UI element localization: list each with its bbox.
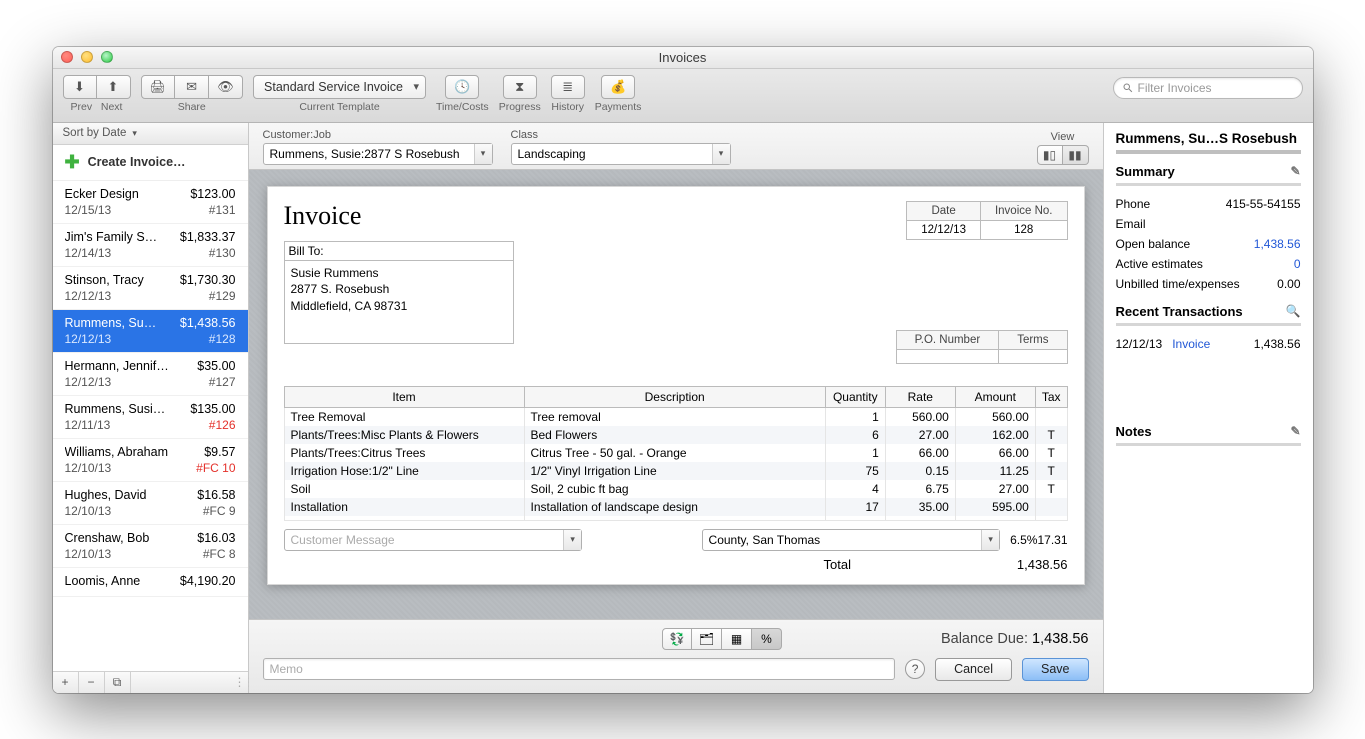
- search-icon: [1122, 82, 1134, 94]
- customer-message-select[interactable]: Customer Message ▾: [284, 529, 583, 551]
- line-item-row[interactable]: InstallationInstallation of landscape de…: [284, 498, 1067, 516]
- open-balance-link[interactable]: 1,438.56: [1254, 237, 1301, 251]
- invoice-list-item[interactable]: Hughes, David$16.5812/10/13#FC 9: [53, 482, 248, 525]
- total-value: 1,438.56: [1017, 557, 1068, 572]
- print-button[interactable]: 🖨: [141, 75, 176, 99]
- view-compact-button[interactable]: ▮▯: [1037, 145, 1063, 165]
- po-number-field[interactable]: [896, 349, 999, 363]
- edit-icon[interactable]: ✎: [1290, 164, 1300, 178]
- memo-input[interactable]: Memo: [263, 658, 896, 680]
- action-1-button[interactable]: 💱: [662, 628, 692, 650]
- edit-icon[interactable]: ✎: [1290, 424, 1300, 438]
- customer-label: Customer:Job: [263, 129, 493, 141]
- view-label: View: [1051, 131, 1075, 143]
- chevron-down-icon: ▾: [474, 144, 492, 164]
- share-label: Share: [178, 101, 206, 113]
- class-select[interactable]: Landscaping▾: [511, 143, 731, 165]
- help-button[interactable]: ?: [905, 659, 925, 679]
- chevron-down-icon: ▾: [981, 530, 999, 550]
- calendar-button[interactable]: ▦: [722, 628, 752, 650]
- line-item-row[interactable]: Tree RemovalTree removal1560.00560.00: [284, 407, 1067, 426]
- tax-code-select[interactable]: County, San Thomas ▾: [702, 529, 1001, 551]
- invoice-list-item[interactable]: Stinson, Tracy$1,730.3012/12/13#129: [53, 267, 248, 310]
- transaction-link[interactable]: Invoice: [1172, 337, 1210, 351]
- chevron-down-icon: ▾: [712, 144, 730, 164]
- invoice-list-item[interactable]: Loomis, Anne$4,190.20: [53, 568, 248, 597]
- search-input[interactable]: Filter Invoices: [1113, 77, 1303, 99]
- invoice-number-field[interactable]: 128: [980, 220, 1067, 239]
- total-label: Total: [824, 557, 851, 572]
- toolbar: ⬇ ⬆ Prev Next 🖨 ✉ 👁 Share Standard Servi…: [53, 69, 1313, 123]
- tax-amount: 17.31: [1037, 533, 1067, 547]
- terms-field[interactable]: [999, 349, 1067, 363]
- app-window: Invoices ⬇ ⬆ Prev Next 🖨 ✉ 👁 Share Stand…: [53, 47, 1313, 693]
- transaction-row[interactable]: 12/12/13 Invoice 1,438.56: [1116, 334, 1301, 354]
- list-footer: + − ⧉ ⋮⋮: [53, 671, 248, 693]
- history-button[interactable]: ≣: [551, 75, 585, 99]
- search-icon[interactable]: 🔍: [1286, 304, 1301, 318]
- class-label: Class: [511, 129, 731, 141]
- remove-button[interactable]: −: [79, 672, 105, 693]
- sort-button[interactable]: Sort by Date▾: [53, 123, 248, 145]
- invoice-list-item[interactable]: Rummens, Su…$1,438.5612/12/13#128: [53, 310, 248, 353]
- tax-rate: 6.5%: [1010, 533, 1037, 547]
- invoice-list-item[interactable]: Hermann, Jennif…$35.0012/12/13#127: [53, 353, 248, 396]
- progress-button[interactable]: ⧗: [503, 75, 537, 99]
- line-item-row[interactable]: [284, 516, 1067, 521]
- create-invoice-button[interactable]: ✚ Create Invoice…: [53, 145, 248, 181]
- invoice-list-panel: Sort by Date▾ ✚ Create Invoice… Ecker De…: [53, 123, 249, 693]
- titlebar: Invoices: [53, 47, 1313, 69]
- email-button[interactable]: ✉: [175, 75, 209, 99]
- view-expanded-button[interactable]: ▮▮: [1063, 145, 1089, 165]
- date-invoiceno-box: DateInvoice No. 12/12/13 128: [906, 201, 1067, 240]
- balance-due: Balance Due: 1,438.56: [941, 631, 1089, 647]
- line-item-row[interactable]: Plants/Trees:Misc Plants & FlowersBed Fl…: [284, 426, 1067, 444]
- preview-button[interactable]: 👁: [209, 75, 243, 99]
- plus-icon: ✚: [65, 152, 80, 173]
- percent-button[interactable]: %: [752, 628, 782, 650]
- invoice-date-field[interactable]: 12/12/13: [907, 220, 981, 239]
- template-select[interactable]: Standard Service Invoice: [253, 75, 426, 99]
- payments-button[interactable]: 💰: [601, 75, 635, 99]
- line-item-row[interactable]: Irrigation Hose:1/2" Line1/2" Vinyl Irri…: [284, 462, 1067, 480]
- cancel-button[interactable]: Cancel: [935, 658, 1012, 681]
- invoice-list-item[interactable]: Jim's Family S…$1,833.3712/14/13#130: [53, 224, 248, 267]
- line-item-row[interactable]: Plants/Trees:Citrus TreesCitrus Tree - 5…: [284, 444, 1067, 462]
- window-title: Invoices: [53, 50, 1313, 65]
- resize-grip-icon[interactable]: ⋮⋮: [234, 675, 248, 689]
- invoice-list-item[interactable]: Williams, Abraham$9.5712/10/13#FC 10: [53, 439, 248, 482]
- active-estimates-link[interactable]: 0: [1294, 257, 1301, 271]
- timecosts-button[interactable]: 🕓: [445, 75, 479, 99]
- invoice-list-item[interactable]: Ecker Design$123.0012/15/13#131: [53, 181, 248, 224]
- editor-footer: 💱 🗂 ▦ % Balance Due: 1,438.56 Memo ? Can…: [249, 619, 1103, 693]
- invoice-paper: Invoice DateInvoice No. 12/12/13 128 Bil…: [267, 186, 1085, 585]
- invoice-list-item[interactable]: Crenshaw, Bob$16.0312/10/13#FC 8: [53, 525, 248, 568]
- bill-to-box[interactable]: Bill To: Susie Rummens 2877 S. Rosebush …: [284, 241, 514, 344]
- next-button[interactable]: ⬆: [97, 75, 131, 99]
- invoice-list-item[interactable]: Rummens, Susi…$135.0012/11/13#126: [53, 396, 248, 439]
- chevron-down-icon: ▾: [563, 530, 581, 550]
- line-items-table: Item Description Quantity Rate Amount Ta…: [284, 386, 1068, 521]
- add-button[interactable]: +: [53, 672, 79, 693]
- po-terms-box: P.O. NumberTerms: [896, 330, 1068, 364]
- invoice-editor: Customer:Job Rummens, Susie:2877 S Roseb…: [249, 123, 1103, 693]
- action-2-button[interactable]: 🗂: [692, 628, 722, 650]
- summary-panel: Rummens, Su…S Rosebush Summary ✎ Phone41…: [1103, 123, 1313, 693]
- chevron-down-icon: ▾: [132, 128, 137, 139]
- duplicate-button[interactable]: ⧉: [105, 672, 131, 693]
- customer-title: Rummens, Su…S Rosebush: [1116, 131, 1301, 146]
- customer-select[interactable]: Rummens, Susie:2877 S Rosebush▾: [263, 143, 493, 165]
- template-label: Current Template: [299, 101, 379, 113]
- save-button[interactable]: Save: [1022, 658, 1089, 681]
- line-item-row[interactable]: SoilSoil, 2 cubic ft bag46.7527.00T: [284, 480, 1067, 498]
- prev-button[interactable]: ⬇: [63, 75, 97, 99]
